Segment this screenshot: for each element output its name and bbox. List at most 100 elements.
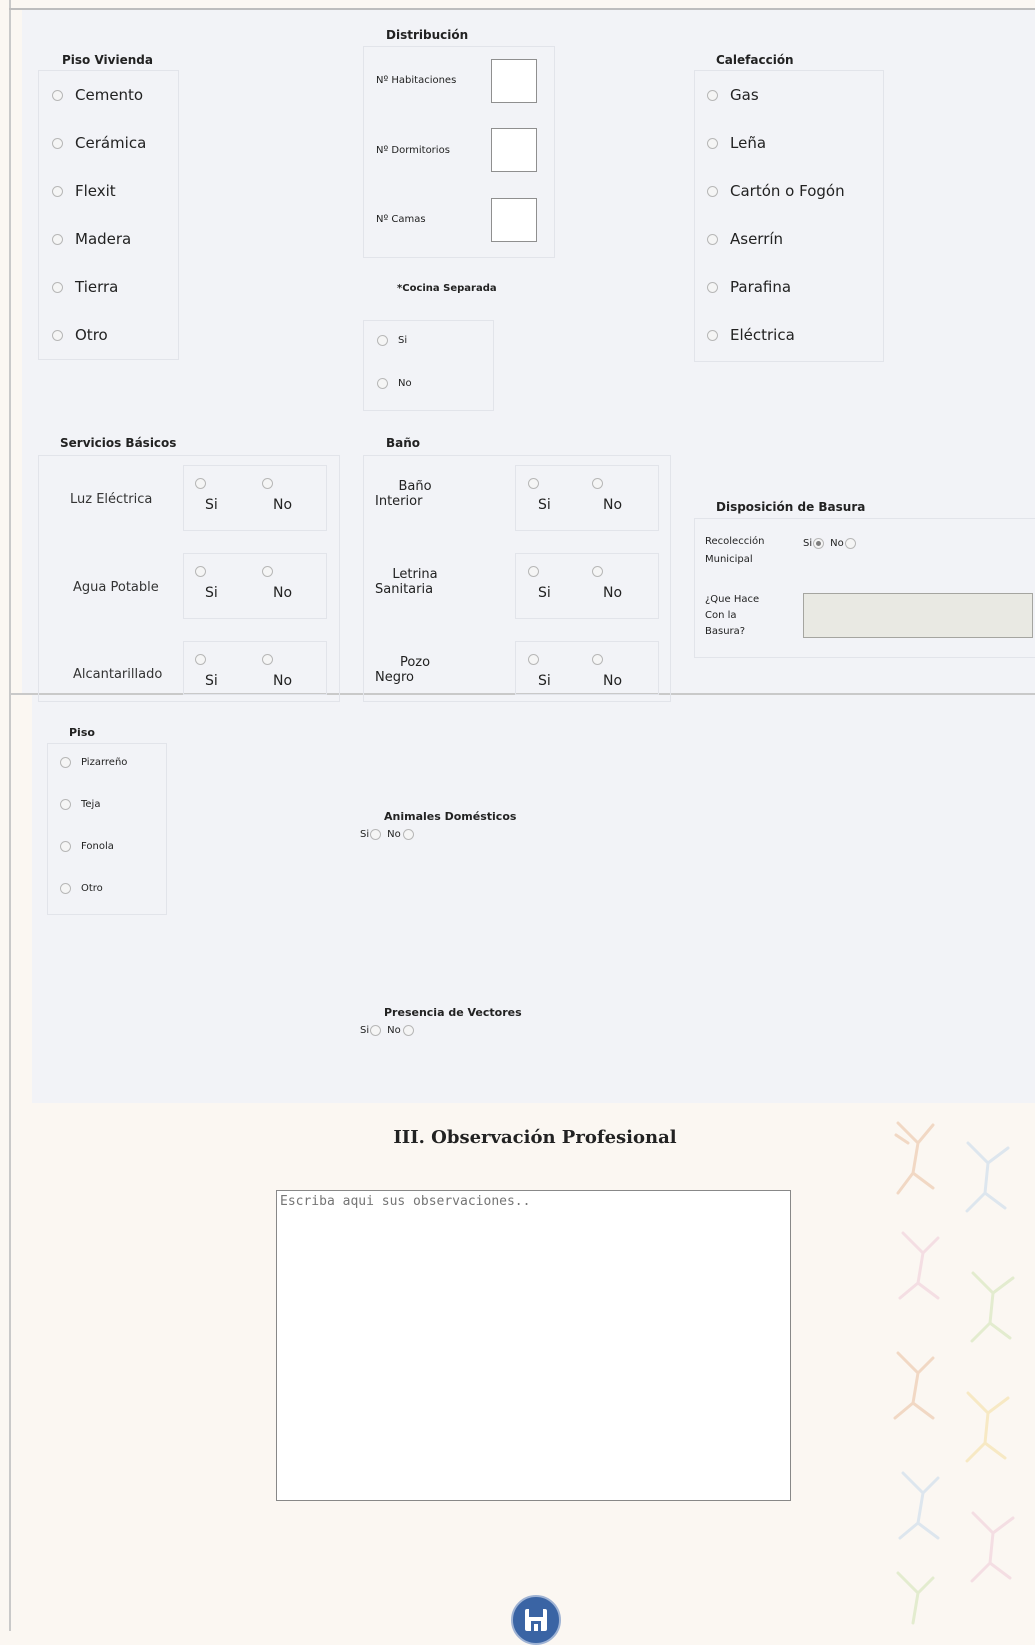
radio-icon[interactable] [707, 89, 718, 101]
dormitorios-input[interactable] [491, 128, 537, 172]
radio-icon[interactable] [60, 883, 71, 894]
radio-icon[interactable] [707, 329, 718, 341]
calefaccion-option[interactable]: Parafina [707, 278, 791, 296]
left-border [0, 0, 11, 1631]
piso-option[interactable]: Flexit [52, 182, 116, 200]
piso-option[interactable]: Madera [52, 230, 131, 248]
radio-icon[interactable] [707, 137, 718, 149]
radio-icon[interactable] [52, 233, 63, 245]
radio-icon[interactable] [52, 281, 63, 293]
radio-icon[interactable] [377, 378, 388, 389]
radio-icon[interactable] [60, 757, 71, 768]
calefaccion-group [694, 70, 884, 362]
vectores-title: Presencia de Vectores [384, 1006, 522, 1019]
piso-vivienda-group [38, 70, 179, 360]
servicios-title: Servicios Básicos [60, 436, 177, 450]
pozo-options [515, 641, 659, 695]
agua-si-label: Si [205, 585, 218, 601]
bano-interior-si-radio[interactable] [528, 478, 539, 489]
luz-si-radio[interactable] [195, 478, 206, 489]
radio-icon[interactable] [60, 799, 71, 810]
floppy-disk-icon [525, 1609, 547, 1631]
recoleccion-options: Si No [803, 538, 856, 549]
radio-icon[interactable] [52, 137, 63, 149]
radio-icon[interactable] [52, 185, 63, 197]
bano-interior-si-label: Si [538, 497, 551, 513]
dormitorios-label: Nº Dormitorios [376, 145, 450, 156]
animales-options: Si No [360, 829, 414, 840]
letrina-no-label: No [603, 585, 623, 601]
bano-interior-no-radio[interactable] [592, 478, 603, 489]
calefaccion-option[interactable]: Aserrín [707, 230, 783, 248]
luz-label: Luz Eléctrica [70, 492, 153, 507]
piso-techo-option[interactable]: Fonola [60, 841, 114, 852]
cocina-title: *Cocina Separada [397, 283, 497, 294]
decorative-people-pattern [893, 1121, 1015, 1625]
camas-label: Nº Camas [376, 214, 426, 225]
calefaccion-title: Calefacción [716, 53, 794, 67]
que-hace-input[interactable] [803, 593, 1033, 638]
bano-interior-label: Baño Interior [375, 479, 432, 509]
pozo-label: Pozo Negro [375, 655, 431, 685]
agua-label: Agua Potable [73, 580, 159, 595]
agua-no-label: No [273, 585, 293, 601]
piso-vivienda-title: Piso Vivienda [62, 53, 153, 67]
calefaccion-option[interactable]: Cartón o Fogón [707, 182, 845, 200]
cocina-si-option[interactable]: Si [377, 335, 407, 346]
recoleccion-si-radio[interactable] [813, 538, 825, 549]
piso-techo-option[interactable]: Teja [60, 799, 100, 810]
animales-title: Animales Domésticos [384, 810, 517, 823]
alcantarillado-no-radio[interactable] [262, 654, 273, 665]
piso-techo-option[interactable]: Otro [60, 883, 103, 894]
pozo-si-radio[interactable] [528, 654, 539, 665]
habitaciones-input[interactable] [491, 59, 537, 103]
camas-input[interactable] [491, 198, 537, 242]
que-hace-label: ¿Que Hace Con la Basura? [705, 594, 760, 637]
habitaciones-label: Nº Habitaciones [376, 75, 457, 86]
alcantarillado-si-radio[interactable] [195, 654, 206, 665]
radio-icon[interactable] [707, 281, 718, 293]
radio-icon[interactable] [377, 335, 388, 346]
radio-icon[interactable] [52, 89, 63, 101]
pozo-no-radio[interactable] [592, 654, 603, 665]
vectores-options: Si No [360, 1025, 414, 1036]
observaciones-textarea[interactable] [276, 1190, 791, 1501]
recoleccion-label: Recolección Municipal [705, 536, 765, 565]
radio-icon[interactable] [52, 329, 63, 341]
calefaccion-option[interactable]: Gas [707, 86, 759, 104]
recoleccion-no-radio[interactable] [844, 538, 856, 549]
piso-techo-option[interactable]: Pizarreño [60, 757, 127, 768]
piso-option[interactable]: Otro [52, 326, 108, 344]
vectores-no-radio[interactable] [402, 1025, 414, 1036]
alcantarillado-label: Alcantarillado [73, 667, 163, 682]
luz-no-radio[interactable] [262, 478, 273, 489]
roof-panel [32, 695, 1035, 1103]
piso-option[interactable]: Cerámica [52, 134, 146, 152]
agua-no-radio[interactable] [262, 566, 273, 577]
cocina-no-option[interactable]: No [377, 378, 412, 389]
piso-option[interactable]: Tierra [52, 278, 118, 296]
pozo-no-label: No [603, 673, 623, 689]
letrina-options [515, 553, 659, 619]
animales-no-radio[interactable] [402, 829, 414, 840]
piso-title: Piso [69, 726, 95, 739]
basura-title: Disposición de Basura [716, 500, 866, 514]
agua-si-radio[interactable] [195, 566, 206, 577]
letrina-si-radio[interactable] [528, 566, 539, 577]
save-button[interactable] [511, 1595, 561, 1645]
radio-icon[interactable] [707, 185, 718, 197]
luz-si-label: Si [205, 497, 218, 513]
bano-interior-no-label: No [603, 497, 623, 513]
vectores-si-radio[interactable] [370, 1025, 382, 1036]
radio-icon[interactable] [60, 841, 71, 852]
piso-option[interactable]: Cemento [52, 86, 143, 104]
radio-icon[interactable] [707, 233, 718, 245]
letrina-no-radio[interactable] [592, 566, 603, 577]
bano-interior-options [515, 465, 659, 531]
luz-no-label: No [273, 497, 293, 513]
calefaccion-option[interactable]: Leña [707, 134, 766, 152]
distribucion-title: Distribución [386, 28, 469, 42]
animales-si-radio[interactable] [370, 829, 382, 840]
bano-title: Baño [386, 436, 421, 450]
calefaccion-option[interactable]: Eléctrica [707, 326, 795, 344]
